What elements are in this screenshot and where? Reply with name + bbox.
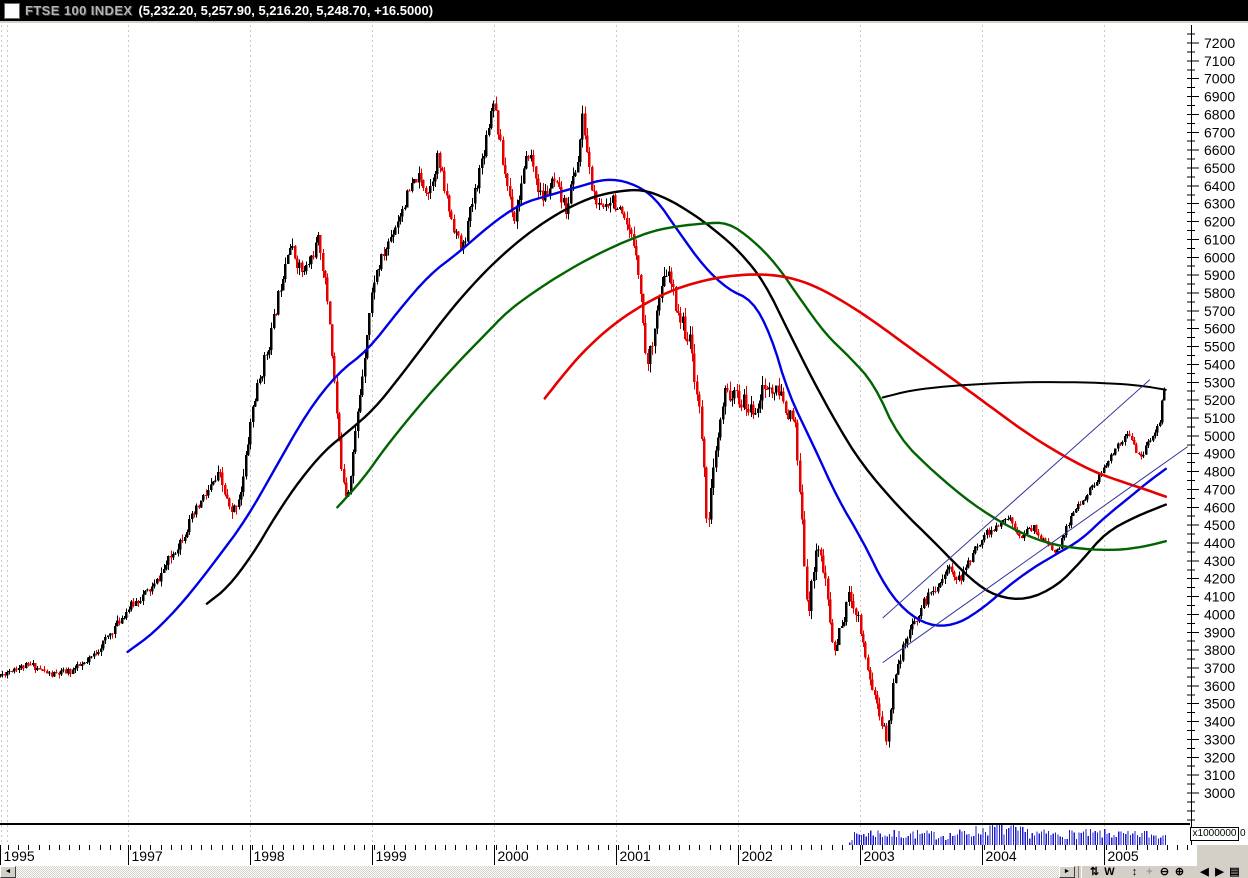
volume-scale-suffix: 0 <box>1240 828 1246 839</box>
time-axis[interactable] <box>0 845 1197 866</box>
zoom-out-button[interactable]: ⊖ <box>1157 866 1172 878</box>
window-box-icon[interactable] <box>4 3 20 19</box>
volume-scale-label: x1000000 <box>1190 827 1239 841</box>
price-axis[interactable] <box>1190 23 1248 845</box>
window-list-button[interactable]: ▤ <box>1227 866 1242 878</box>
chart-title-bar[interactable]: FTSE 100 INDEX (5,232.20, 5,257.90, 5,21… <box>0 0 1248 21</box>
chart-toolbar: ⇅W ↕+⊖⊕ ◀▶▤ <box>1085 866 1248 878</box>
price-scale-icon[interactable]: ⇅ <box>1087 866 1102 878</box>
chart-ohlc-quote: (5,232.20, 5,257.90, 5,216.20, 5,248.70,… <box>138 3 433 18</box>
scroll-right-button[interactable]: ▶ <box>1212 866 1227 878</box>
bottom-strip: ◄ ► ⇅W ↕+⊖⊕ ◀▶▤ <box>0 866 1248 878</box>
volume-scale-text: x1000000 <box>1193 828 1237 839</box>
crosshair-icon[interactable]: + <box>1142 866 1157 878</box>
horizontal-scrollbar-track[interactable] <box>16 866 1059 878</box>
scrollbar-left-arrow[interactable]: ◄ <box>0 866 16 878</box>
scroll-left-button[interactable]: ◀ <box>1197 866 1212 878</box>
chart-symbol-title: FTSE 100 INDEX <box>25 3 132 18</box>
weekly-periodicity-button[interactable]: W <box>1102 866 1117 878</box>
toolbar-separator <box>1078 866 1082 878</box>
expand-vertical-icon[interactable]: ↕ <box>1127 866 1142 878</box>
scrollbar-right-arrow[interactable]: ► <box>1059 866 1075 878</box>
axis-corner-panel <box>1197 845 1248 866</box>
titlebar-divider <box>0 21 1248 23</box>
chart-plot-area[interactable] <box>0 23 1190 825</box>
zoom-in-button[interactable]: ⊕ <box>1172 866 1187 878</box>
